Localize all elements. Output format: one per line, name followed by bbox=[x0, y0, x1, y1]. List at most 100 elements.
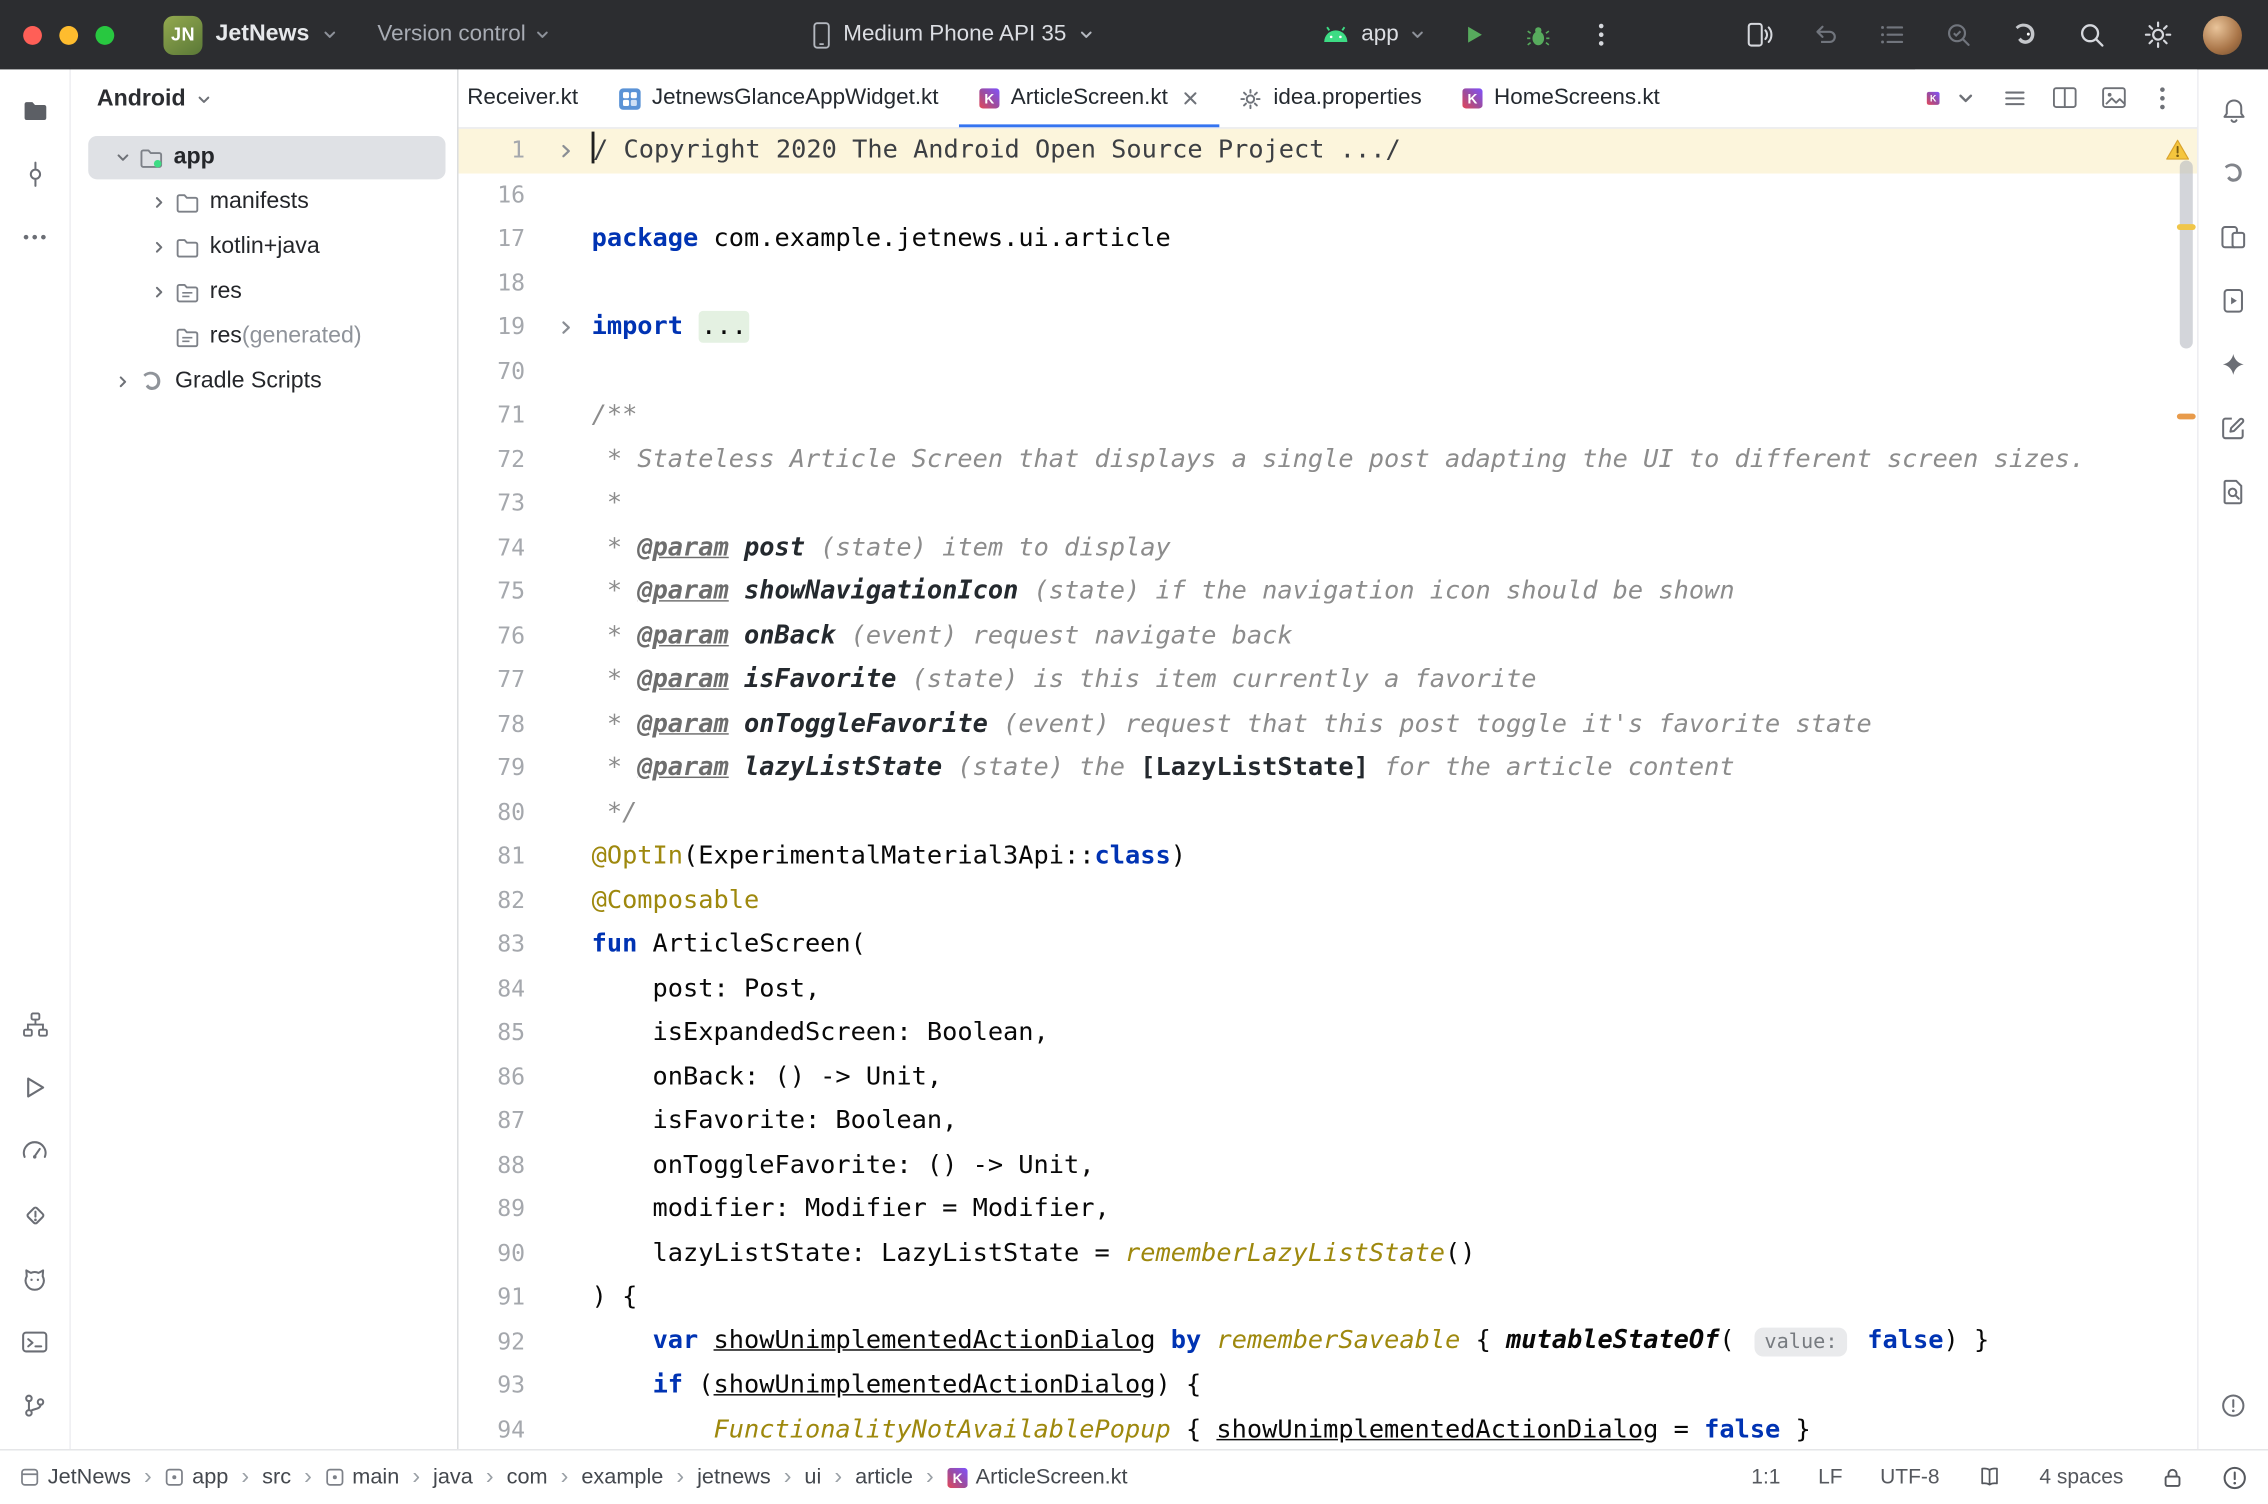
device-selector[interactable]: Medium Phone API 35 bbox=[813, 0, 1094, 69]
app-quality-insights-icon[interactable] bbox=[6, 1186, 64, 1244]
breadcrumb-main[interactable]: main bbox=[325, 1465, 400, 1490]
device-manager-icon[interactable] bbox=[2204, 208, 2262, 266]
debug-button[interactable] bbox=[1506, 6, 1570, 64]
user-avatar[interactable] bbox=[2203, 15, 2242, 54]
kotlin-icon[interactable]: K bbox=[1927, 74, 1940, 120]
more-tool-windows-icon[interactable] bbox=[6, 208, 64, 266]
code-line-83[interactable]: 83fun ArticleScreen( bbox=[459, 923, 2198, 967]
caret-position-widget[interactable]: 1:1 bbox=[1751, 1466, 1780, 1489]
problems-icon[interactable] bbox=[2204, 1377, 2262, 1435]
analysis-warning-mark[interactable] bbox=[2177, 224, 2196, 230]
code-line-85[interactable]: 85 isExpandedScreen: Boolean, bbox=[459, 1011, 2198, 1055]
code-line-71[interactable]: 71/** bbox=[459, 393, 2198, 437]
chevron-right-icon[interactable] bbox=[143, 195, 175, 209]
code-line-16[interactable]: 16 bbox=[459, 173, 2198, 217]
search-everywhere-icon[interactable] bbox=[2058, 6, 2125, 64]
code-line-72[interactable]: 72 * Stateless Article Screen that displ… bbox=[459, 437, 2198, 481]
device-streaming-icon[interactable] bbox=[1726, 6, 1793, 64]
commit-icon[interactable] bbox=[6, 145, 64, 203]
code-line-82[interactable]: 82@Composable bbox=[459, 879, 2198, 923]
gradle-icon[interactable] bbox=[2204, 145, 2262, 203]
preview-icon[interactable] bbox=[2090, 74, 2136, 120]
breadcrumb-ui[interactable]: ui bbox=[804, 1465, 821, 1490]
changes-list-icon[interactable] bbox=[1859, 6, 1926, 64]
project-widget[interactable]: JN JetNews bbox=[163, 15, 336, 54]
tree-item-kotlin-java[interactable]: kotlin+java bbox=[88, 226, 445, 269]
analysis-warning-mark-2[interactable] bbox=[2177, 414, 2196, 420]
code-line-91[interactable]: 91) { bbox=[459, 1276, 2198, 1320]
run-configuration[interactable]: app bbox=[1305, 22, 1442, 48]
fold-arrow-icon[interactable] bbox=[525, 143, 592, 159]
breadcrumb-app[interactable]: app bbox=[165, 1465, 229, 1490]
breadcrumb-articlescreen-kt[interactable]: KArticleScreen.kt bbox=[947, 1465, 1128, 1490]
terminal-icon[interactable] bbox=[6, 1313, 64, 1371]
code-line-90[interactable]: 90 lazyListState: LazyListState = rememb… bbox=[459, 1231, 2198, 1275]
encoding-widget[interactable]: UTF-8 bbox=[1880, 1466, 1939, 1489]
tab-idea-properties[interactable]: idea.properties bbox=[1220, 69, 1442, 127]
tab-list-icon[interactable] bbox=[1992, 74, 2038, 120]
inspection-warning-icon[interactable] bbox=[2165, 139, 2190, 161]
chevron-right-icon[interactable] bbox=[107, 375, 139, 389]
breadcrumb-com[interactable]: com bbox=[507, 1465, 548, 1490]
profiler-icon[interactable] bbox=[6, 1122, 64, 1180]
tab-receiver-kt[interactable]: KReceiver.kt bbox=[459, 69, 599, 127]
tree-item-app[interactable]: app bbox=[88, 136, 445, 179]
project-view-selector[interactable]: Android bbox=[71, 69, 457, 130]
editor[interactable]: 1/ Copyright 2020 The Android Open Sourc… bbox=[459, 129, 2198, 1449]
breadcrumb-jetnews[interactable]: JetNews bbox=[20, 1465, 131, 1490]
document-search-icon[interactable] bbox=[2204, 463, 2262, 521]
code-line-74[interactable]: 74 * @param post (state) item to display bbox=[459, 526, 2198, 570]
code-line-86[interactable]: 86 onBack: () -> Unit, bbox=[459, 1055, 2198, 1099]
breadcrumb-src[interactable]: src bbox=[262, 1465, 291, 1490]
run-icon[interactable] bbox=[6, 1059, 64, 1117]
project-folder-icon[interactable] bbox=[6, 81, 64, 139]
tab-articlescreen-kt[interactable]: KArticleScreen.kt bbox=[959, 69, 1220, 127]
code-line-93[interactable]: 93 if (showUnimplementedActionDialog) { bbox=[459, 1364, 2198, 1408]
line-separator-widget[interactable]: LF bbox=[1818, 1466, 1842, 1489]
code-line-77[interactable]: 77 * @param isFavorite (state) is this i… bbox=[459, 658, 2198, 702]
fold-arrow-icon[interactable] bbox=[525, 319, 592, 335]
breadcrumb-article[interactable]: article bbox=[855, 1465, 913, 1490]
indent-widget[interactable]: 4 spaces bbox=[2039, 1466, 2123, 1489]
code-line-17[interactable]: 17package com.example.jetnews.ui.article bbox=[459, 217, 2198, 261]
structure-icon[interactable] bbox=[6, 995, 64, 1053]
code-line-18[interactable]: 18 bbox=[459, 261, 2198, 305]
breadcrumb-java[interactable]: java bbox=[433, 1465, 473, 1490]
code-line-78[interactable]: 78 * @param onToggleFavorite (event) req… bbox=[459, 702, 2198, 746]
lock-icon[interactable] bbox=[2161, 1466, 2184, 1489]
more-actions-button[interactable] bbox=[1569, 6, 1633, 64]
hidden-tabs-chevron-icon[interactable] bbox=[1943, 74, 1989, 120]
reader-mode-icon[interactable] bbox=[1977, 1465, 2002, 1490]
chevron-right-icon[interactable] bbox=[143, 240, 175, 254]
chevron-right-icon[interactable] bbox=[143, 285, 175, 299]
code-line-87[interactable]: 87 isFavorite: Boolean, bbox=[459, 1099, 2198, 1143]
breadcrumb-example[interactable]: example bbox=[581, 1465, 663, 1490]
problems-indicator-icon[interactable] bbox=[2222, 1464, 2248, 1490]
zoom-window-button[interactable] bbox=[95, 25, 114, 44]
gradle-sync-icon[interactable] bbox=[1992, 6, 2059, 64]
breadcrumb-jetnews[interactable]: jetnews bbox=[697, 1465, 771, 1490]
code-line-75[interactable]: 75 * @param showNavigationIcon (state) i… bbox=[459, 570, 2198, 614]
code-line-1[interactable]: 1/ Copyright 2020 The Android Open Sourc… bbox=[459, 129, 2198, 173]
tree-item-manifests[interactable]: manifests bbox=[88, 181, 445, 224]
run-button[interactable] bbox=[1442, 6, 1506, 64]
code-inspection-icon[interactable] bbox=[1925, 6, 1992, 64]
minimize-window-button[interactable] bbox=[59, 25, 78, 44]
git-branch-icon[interactable] bbox=[6, 1377, 64, 1435]
settings-icon[interactable] bbox=[2125, 6, 2192, 64]
close-window-button[interactable] bbox=[23, 25, 42, 44]
split-editor-icon[interactable] bbox=[2041, 74, 2087, 120]
more-vertical-icon[interactable] bbox=[2139, 74, 2185, 120]
editor-scrollbar[interactable] bbox=[2180, 161, 2193, 349]
code-line-81[interactable]: 81@OptIn(ExperimentalMaterial3Api::class… bbox=[459, 834, 2198, 878]
code-line-19[interactable]: 19import ... bbox=[459, 305, 2198, 349]
tree-item-gradle-scripts[interactable]: Gradle Scripts bbox=[88, 360, 445, 403]
code-line-73[interactable]: 73 * bbox=[459, 482, 2198, 526]
running-devices-icon[interactable] bbox=[2204, 272, 2262, 330]
tree-item-res[interactable]: res bbox=[88, 270, 445, 313]
notifications-bell-icon[interactable] bbox=[2204, 81, 2262, 139]
assistant-edit-icon[interactable] bbox=[2204, 399, 2262, 457]
code-line-89[interactable]: 89 modifier: Modifier = Modifier, bbox=[459, 1187, 2198, 1231]
code-line-88[interactable]: 88 onToggleFavorite: () -> Unit, bbox=[459, 1143, 2198, 1187]
close-tab-icon[interactable] bbox=[1182, 90, 1199, 107]
